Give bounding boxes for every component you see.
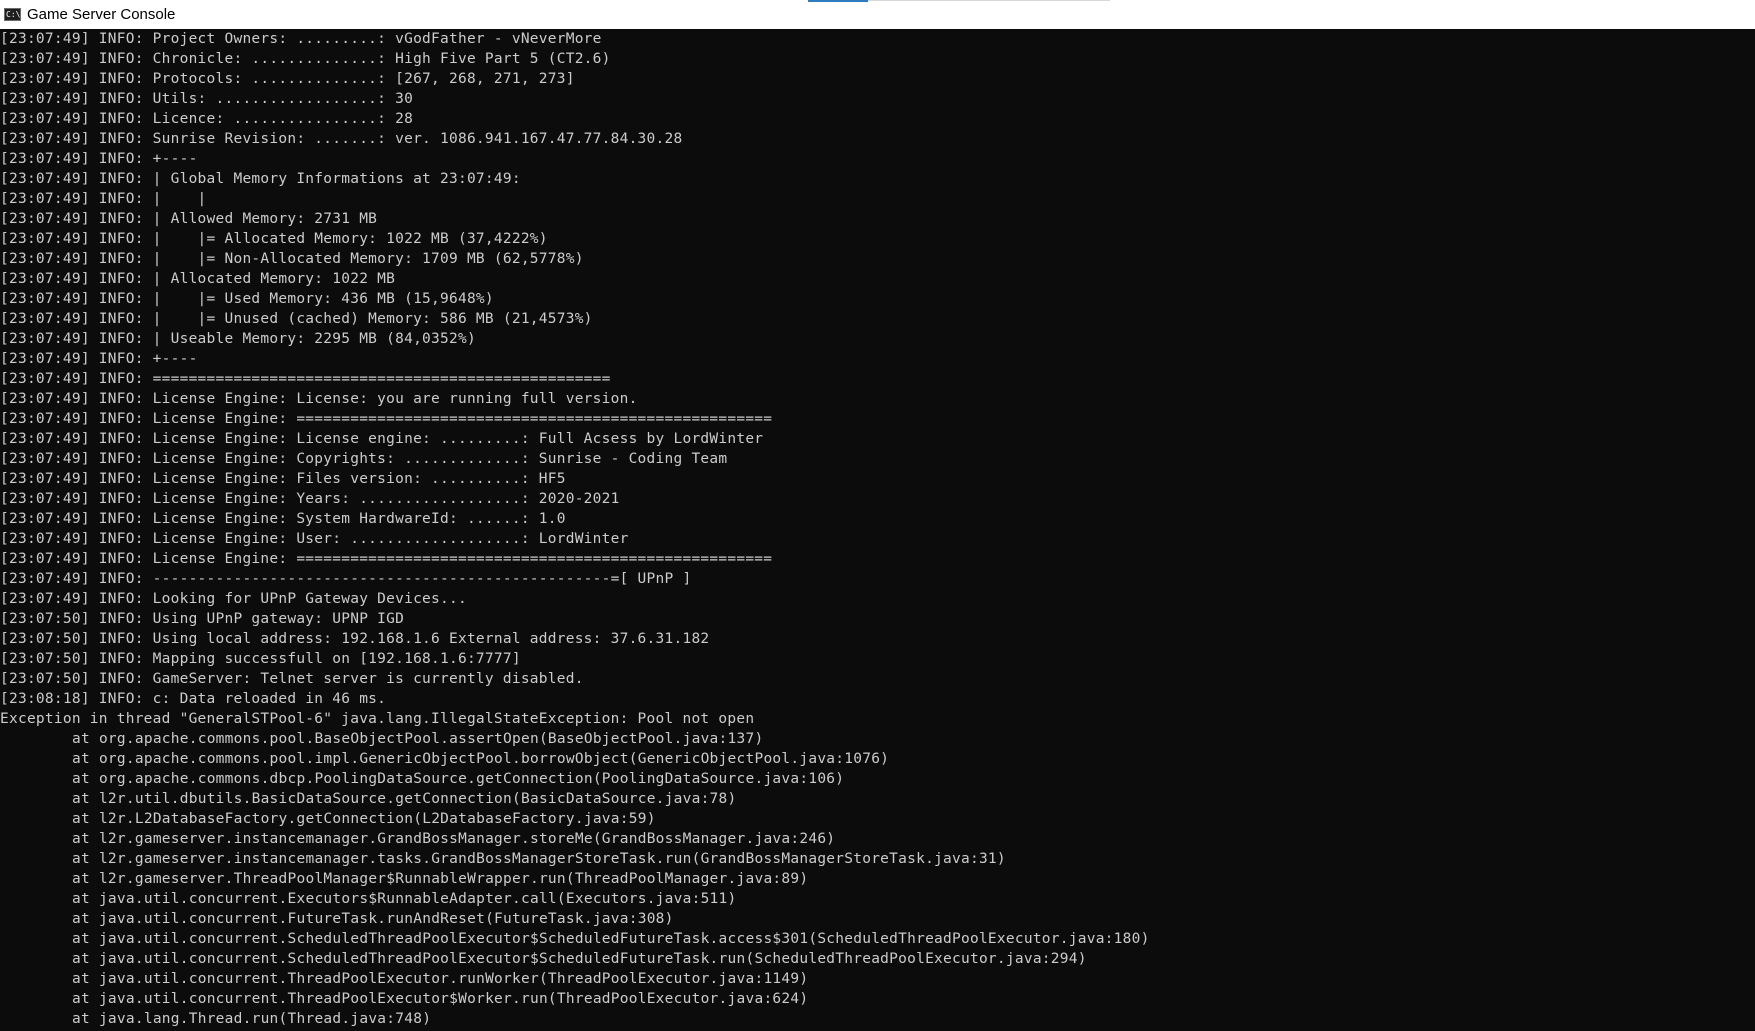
console-line: [23:07:49] INFO: | |= Used Memory: 436 M…: [0, 291, 494, 307]
stack-trace-line: at l2r.gameserver.instancemanager.tasks.…: [72, 851, 1006, 867]
console-line: [23:07:49] INFO: | |= Allocated Memory: …: [0, 231, 548, 247]
stack-trace-line: at java.util.concurrent.ScheduledThreadP…: [72, 931, 1150, 947]
console-line: [23:07:49] INFO: | |: [0, 191, 207, 207]
console-line: [23:07:49] INFO: License Engine: License…: [0, 391, 638, 407]
console-line: [23:07:49] INFO: | Allocated Memory: 102…: [0, 271, 396, 287]
console-window: C:\ Game Server Console [23:07:49] INFO:…: [0, 0, 1755, 1031]
console-line: [23:07:49] INFO: License Engine: License…: [0, 431, 764, 447]
console-line: [23:07:49] INFO: | |= Unused (cached) Me…: [0, 311, 593, 327]
console-line: Exception in thread "GeneralSTPool-6" ja…: [0, 711, 755, 727]
console-line: [23:07:49] INFO: Licence: ..............…: [0, 111, 414, 127]
stack-trace-line: at java.util.concurrent.FutureTask.runAn…: [72, 911, 674, 927]
window-title: Game Server Console: [27, 6, 176, 23]
console-line: [23:07:49] INFO: License Engine: Copyrig…: [0, 451, 728, 467]
console-line: [23:07:49] INFO: -----------------------…: [0, 571, 692, 587]
title-divider: [868, 0, 1110, 1]
console-line: [23:07:49] INFO: Looking for UPnP Gatewa…: [0, 591, 467, 607]
stack-trace-line: at org.apache.commons.pool.impl.GenericO…: [72, 751, 890, 767]
console-line: [23:07:49] INFO: Chronicle: ............…: [0, 51, 611, 67]
stack-trace-line: at l2r.util.dbutils.BasicDataSource.getC…: [72, 791, 737, 807]
console-line: [23:07:49] INFO: License Engine: Files v…: [0, 471, 566, 487]
console-line: [23:07:49] INFO: License Engine: User: .…: [0, 531, 629, 547]
console-line: [23:07:49] INFO: Protocols: ............…: [0, 71, 575, 87]
console-line: [23:07:49] INFO: | Global Memory Informa…: [0, 171, 521, 187]
console-line: [23:08:18] INFO: c: Data reloaded in 46 …: [0, 691, 387, 707]
console-line: [23:07:49] INFO: +----: [0, 151, 198, 167]
console-output[interactable]: [23:07:49] INFO: Project Owners: .......…: [0, 29, 1755, 1031]
stack-trace-line: at l2r.gameserver.ThreadPoolManager$Runn…: [72, 871, 809, 887]
console-line: [23:07:50] INFO: Using local address: 19…: [0, 631, 710, 647]
console-line: [23:07:49] INFO: License Engine: =======…: [0, 411, 773, 427]
title-bar[interactable]: C:\ Game Server Console: [0, 0, 1755, 29]
taskbar-focus-indicator: [808, 0, 868, 2]
console-line: [23:07:49] INFO: | Allowed Memory: 2731 …: [0, 211, 378, 227]
console-line: [23:07:49] INFO: =======================…: [0, 371, 611, 387]
stack-trace-line: at java.lang.Thread.run(Thread.java:748): [72, 1011, 432, 1027]
console-line: [23:07:50] INFO: Using UPnP gateway: UPN…: [0, 611, 405, 627]
stack-trace-line: at java.util.concurrent.ThreadPoolExecut…: [72, 991, 809, 1007]
stack-trace-line: at java.util.concurrent.ScheduledThreadP…: [72, 951, 1087, 967]
stack-trace-line: at org.apache.commons.dbcp.PoolingDataSo…: [72, 771, 845, 787]
console-line: [23:07:50] INFO: GameServer: Telnet serv…: [0, 671, 584, 687]
stack-trace-line: at java.util.concurrent.ThreadPoolExecut…: [72, 971, 809, 987]
console-app-icon[interactable]: C:\: [4, 8, 21, 21]
console-line: [23:07:49] INFO: | |= Non-Allocated Memo…: [0, 251, 584, 267]
console-line: [23:07:49] INFO: +----: [0, 351, 198, 367]
console-line: [23:07:49] INFO: License Engine: Years: …: [0, 491, 620, 507]
console-line: [23:07:49] INFO: Sunrise Revision: .....…: [0, 131, 683, 147]
console-line: [23:07:49] INFO: Utils: ................…: [0, 91, 414, 107]
stack-trace-line: at l2r.gameserver.instancemanager.GrandB…: [72, 831, 836, 847]
console-line: [23:07:49] INFO: License Engine: System …: [0, 511, 566, 527]
console-line: [23:07:49] INFO: Project Owners: .......…: [0, 31, 602, 47]
console-line: [23:07:49] INFO: | Useable Memory: 2295 …: [0, 331, 476, 347]
console-line: [23:07:50] INFO: Mapping successfull on …: [0, 651, 521, 667]
stack-trace-line: at org.apache.commons.pool.BaseObjectPoo…: [72, 731, 764, 747]
console-line: [23:07:49] INFO: License Engine: =======…: [0, 551, 773, 567]
stack-trace-line: at l2r.L2DatabaseFactory.getConnection(L…: [72, 811, 656, 827]
stack-trace-line: at java.util.concurrent.Executors$Runnab…: [72, 891, 737, 907]
